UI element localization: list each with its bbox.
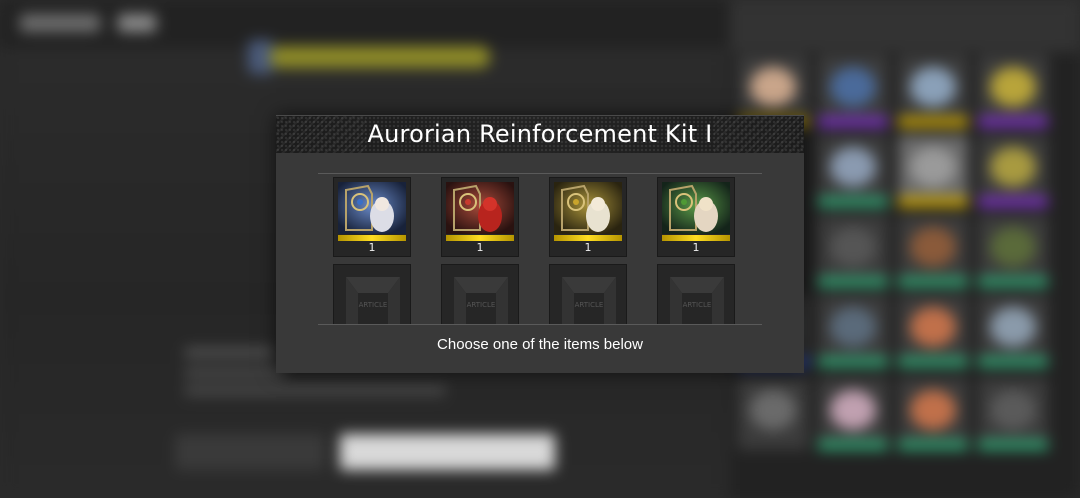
dialog-title: Aurorian Reinforcement Kit I: [367, 120, 713, 148]
article-placeholder-icon: ARTICLE: [346, 277, 400, 324]
svg-text:ARTICLE: ARTICLE: [359, 301, 388, 309]
item-quantity: 1: [476, 241, 484, 254]
character-portrait-icon: [554, 182, 622, 234]
reward-item-slot[interactable]: 1: [333, 177, 411, 257]
reward-item-slot[interactable]: 1: [441, 177, 519, 257]
empty-item-slot: ARTICLE: [549, 264, 627, 324]
background-logo-secondary: [118, 14, 156, 32]
background-inventory-tile: [898, 295, 968, 367]
character-portrait-icon: [662, 182, 730, 234]
empty-item-slot: ARTICLE: [333, 264, 411, 324]
background-inventory-tile: [818, 215, 888, 287]
item-artwork: [446, 182, 514, 234]
background-banner: [270, 46, 490, 68]
background-logo: [20, 14, 100, 32]
item-artwork: [554, 182, 622, 234]
background-inventory-tile: [818, 295, 888, 367]
background-inventory-tile: [898, 135, 968, 207]
background-text-line: [185, 368, 285, 377]
character-portrait-icon: [338, 182, 406, 234]
svg-text:ARTICLE: ARTICLE: [575, 301, 604, 309]
background-inventory-tile: [978, 378, 1048, 450]
character-portrait-icon: [446, 182, 514, 234]
item-quantity: 1: [368, 241, 376, 254]
background-inventory-tile: [898, 215, 968, 287]
background-inventory-tile: [978, 295, 1048, 367]
background-inventory-tile: [898, 55, 968, 127]
background-button: [175, 434, 325, 470]
background-inventory-tile: [818, 378, 888, 450]
item-artwork: [338, 182, 406, 234]
bottom-divider: [318, 324, 762, 325]
empty-item-slot: ARTICLE: [441, 264, 519, 324]
item-quantity: 1: [584, 241, 592, 254]
background-text-line: [185, 386, 445, 395]
background-inventory-header: [730, 0, 1080, 52]
background-inventory-tile: [978, 55, 1048, 127]
background-inventory-tile: [898, 378, 968, 450]
background-inventory-tile: [978, 215, 1048, 287]
reward-item-slot[interactable]: 1: [657, 177, 735, 257]
background-inventory-tile: [738, 378, 808, 450]
item-quantity: 1: [692, 241, 700, 254]
dialog-instruction: Choose one of the items below: [437, 336, 643, 353]
background-inventory-tile: [818, 55, 888, 127]
background-button: [340, 434, 555, 470]
item-artwork: [662, 182, 730, 234]
empty-item-slot: ARTICLE: [657, 264, 735, 324]
article-placeholder-icon: ARTICLE: [670, 277, 724, 324]
reward-item-slot[interactable]: 1: [549, 177, 627, 257]
background-inventory-tile: [978, 135, 1048, 207]
svg-text:ARTICLE: ARTICLE: [467, 301, 496, 309]
dialog-header: Aurorian Reinforcement Kit I: [276, 115, 804, 153]
background-inventory-tile: [818, 135, 888, 207]
article-placeholder-icon: ARTICLE: [562, 277, 616, 324]
item-grid: 1 1 1 1 ARTICLE ARTICLE ARTICLE ARTICLE: [318, 172, 762, 324]
background-text-line: [185, 348, 275, 357]
background-top-bar: [0, 0, 730, 48]
article-placeholder-icon: ARTICLE: [454, 277, 508, 324]
reward-selection-dialog: Aurorian Reinforcement Kit I 1 1 1 1 ART…: [276, 115, 804, 373]
svg-text:ARTICLE: ARTICLE: [683, 301, 712, 309]
